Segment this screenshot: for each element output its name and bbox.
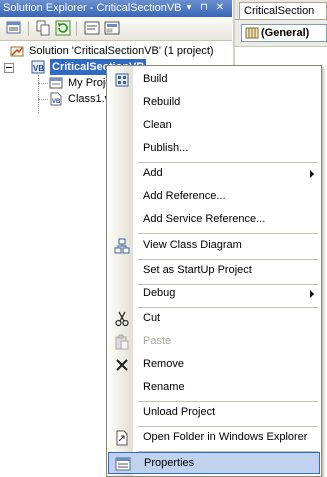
menu-item-label: Debug (143, 287, 176, 299)
toolbar-separator (28, 21, 29, 36)
submenu-arrow-icon (310, 290, 314, 298)
menu-item-debug[interactable]: Debug (108, 283, 320, 305)
menu-item-clean[interactable]: Clean (108, 115, 320, 137)
class-diagram-icon (114, 238, 130, 254)
scissors-icon (115, 311, 129, 327)
tree-guide-line (38, 75, 39, 113)
vb-file-icon: VB (50, 92, 62, 106)
menu-item-properties[interactable]: Properties (108, 452, 320, 474)
editor-navigation-bar: (General) (235, 20, 327, 47)
menu-item-cut[interactable]: Cut (108, 308, 320, 330)
menu-item-open-folder[interactable]: Open Folder in Windows Explorer (108, 427, 320, 449)
menu-item-label: Set as StartUp Project (143, 264, 252, 276)
toolbar-separator (76, 21, 77, 36)
menu-separator (138, 233, 318, 234)
menu-item-add-service-reference[interactable]: Add Service Reference... (108, 209, 320, 231)
window-position-dropdown-icon[interactable]: ▾ (183, 1, 195, 15)
view-code-icon[interactable] (84, 20, 100, 36)
build-icon (115, 73, 129, 87)
project-context-menu: Build Rebuild Clean Publish... Add Add R… (106, 65, 322, 477)
tree-guide-line (38, 83, 48, 84)
editor-tab-strip: CriticalSection (235, 0, 327, 20)
general-icon (245, 27, 259, 39)
solution-label: Solution 'CriticalSectionVB' (1 project) (29, 45, 214, 57)
solution-explorer-toolbar (0, 17, 232, 41)
menu-item-label: Add Service Reference... (143, 213, 266, 225)
menu-item-view-class-diagram[interactable]: View Class Diagram (108, 235, 320, 257)
menu-item-label: Rename (143, 381, 185, 393)
menu-item-rename[interactable]: Rename (108, 377, 320, 399)
menu-item-paste[interactable]: Paste (108, 331, 320, 353)
open-folder-icon (116, 430, 128, 446)
menu-item-remove[interactable]: Remove (108, 354, 320, 376)
svg-text:VB: VB (52, 99, 61, 105)
menu-item-build[interactable]: Build (108, 69, 320, 91)
refresh-icon[interactable] (55, 20, 71, 36)
menu-item-publish[interactable]: Publish... (108, 138, 320, 160)
auto-hide-pin-icon[interactable]: ⊓ (198, 1, 210, 15)
menu-item-label: Properties (144, 457, 195, 469)
solution-icon (10, 46, 24, 57)
close-icon[interactable]: ✕ (214, 1, 226, 15)
submenu-arrow-icon (310, 170, 314, 178)
remove-x-icon (116, 359, 128, 371)
menu-item-label: Open Folder in Windows Explorer (143, 431, 308, 443)
menu-item-unload-project[interactable]: Unload Project (108, 402, 320, 424)
class-name-combo-value: (General) (261, 27, 310, 39)
menu-item-set-startup-project[interactable]: Set as StartUp Project (108, 260, 320, 282)
solution-explorer-title: Solution Explorer - CriticalSectionVB (3, 2, 182, 14)
show-all-files-icon[interactable] (35, 20, 51, 36)
properties-icon[interactable] (6, 20, 22, 36)
menu-item-label: Build (143, 73, 168, 85)
svg-text:VB: VB (33, 64, 44, 73)
menu-item-label: Paste (143, 335, 172, 347)
menu-item-label: Remove (143, 358, 184, 370)
class-name-combo[interactable]: (General) (241, 24, 327, 42)
tree-guide-line (38, 99, 48, 100)
menu-item-label: Cut (143, 312, 161, 324)
properties-icon (115, 457, 131, 471)
menu-item-add-reference[interactable]: Add Reference... (108, 186, 320, 208)
vb-project-icon: VB (31, 60, 45, 74)
menu-item-label: Rebuild (143, 96, 181, 108)
menu-item-label: Publish... (143, 142, 189, 154)
menu-item-add[interactable]: Add (108, 163, 320, 185)
view-designer-icon[interactable] (104, 20, 120, 36)
menu-item-label: Clean (143, 119, 172, 131)
collapse-toggle[interactable] (4, 63, 14, 73)
menu-item-label: Add (143, 167, 163, 179)
menu-item-rebuild[interactable]: Rebuild (108, 92, 320, 114)
menu-item-label: View Class Diagram (143, 239, 242, 251)
my-project-icon (49, 77, 63, 89)
paste-icon (115, 334, 129, 350)
editor-tab[interactable]: CriticalSection (239, 2, 327, 19)
solution-explorer-title-bar: Solution Explorer - CriticalSectionVB ▾ … (0, 0, 232, 17)
menu-item-label: Add Reference... (143, 190, 226, 202)
menu-item-label: Unload Project (143, 406, 216, 418)
